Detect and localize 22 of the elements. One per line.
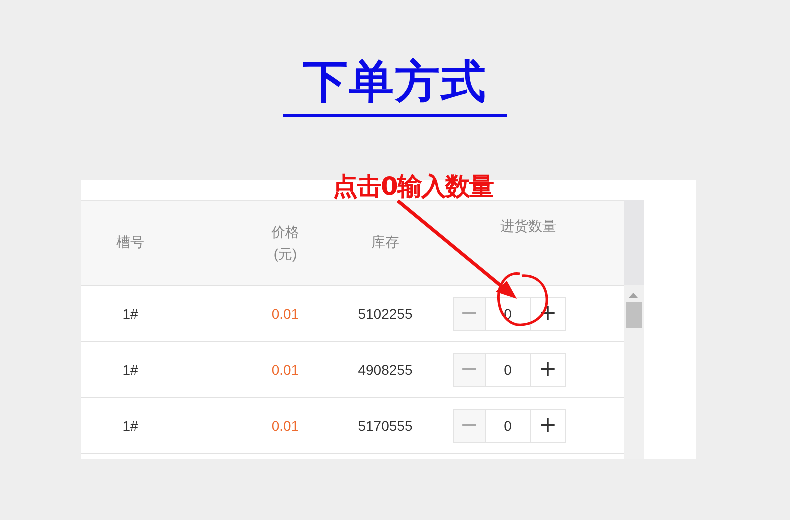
annotation-label: 点击0输入数量 [333, 171, 494, 203]
quantity-input[interactable]: 0 [486, 408, 531, 442]
increment-button[interactable]: + [531, 408, 566, 442]
scrollbar[interactable] [624, 200, 644, 459]
price-cell-text: 0.01 [270, 306, 300, 322]
column-header: 价格(元) [270, 223, 300, 264]
stock-cell-text: 4908255 [357, 362, 414, 378]
slot-cell-text: 1# [122, 362, 140, 378]
scrollbar-thumb[interactable] [626, 302, 642, 328]
price-cell-text: 0.01 [270, 362, 300, 378]
increment-button[interactable]: + [531, 352, 566, 386]
page-title: 下单方式 [283, 52, 507, 117]
stock-cell-text: 5170555 [357, 418, 414, 434]
column-header: 槽号 [116, 234, 146, 252]
column-header: 进货数量 [500, 218, 558, 236]
slot-cell-text: 1# [122, 306, 140, 322]
column-header: 库存 [370, 234, 400, 252]
scroll-up-icon[interactable] [629, 293, 638, 298]
price-cell-text: 0.01 [270, 418, 300, 434]
stock-cell-text: 5102255 [357, 306, 414, 322]
quantity-input[interactable]: 0 [486, 352, 531, 386]
slot-cell-text: 1# [122, 418, 140, 434]
